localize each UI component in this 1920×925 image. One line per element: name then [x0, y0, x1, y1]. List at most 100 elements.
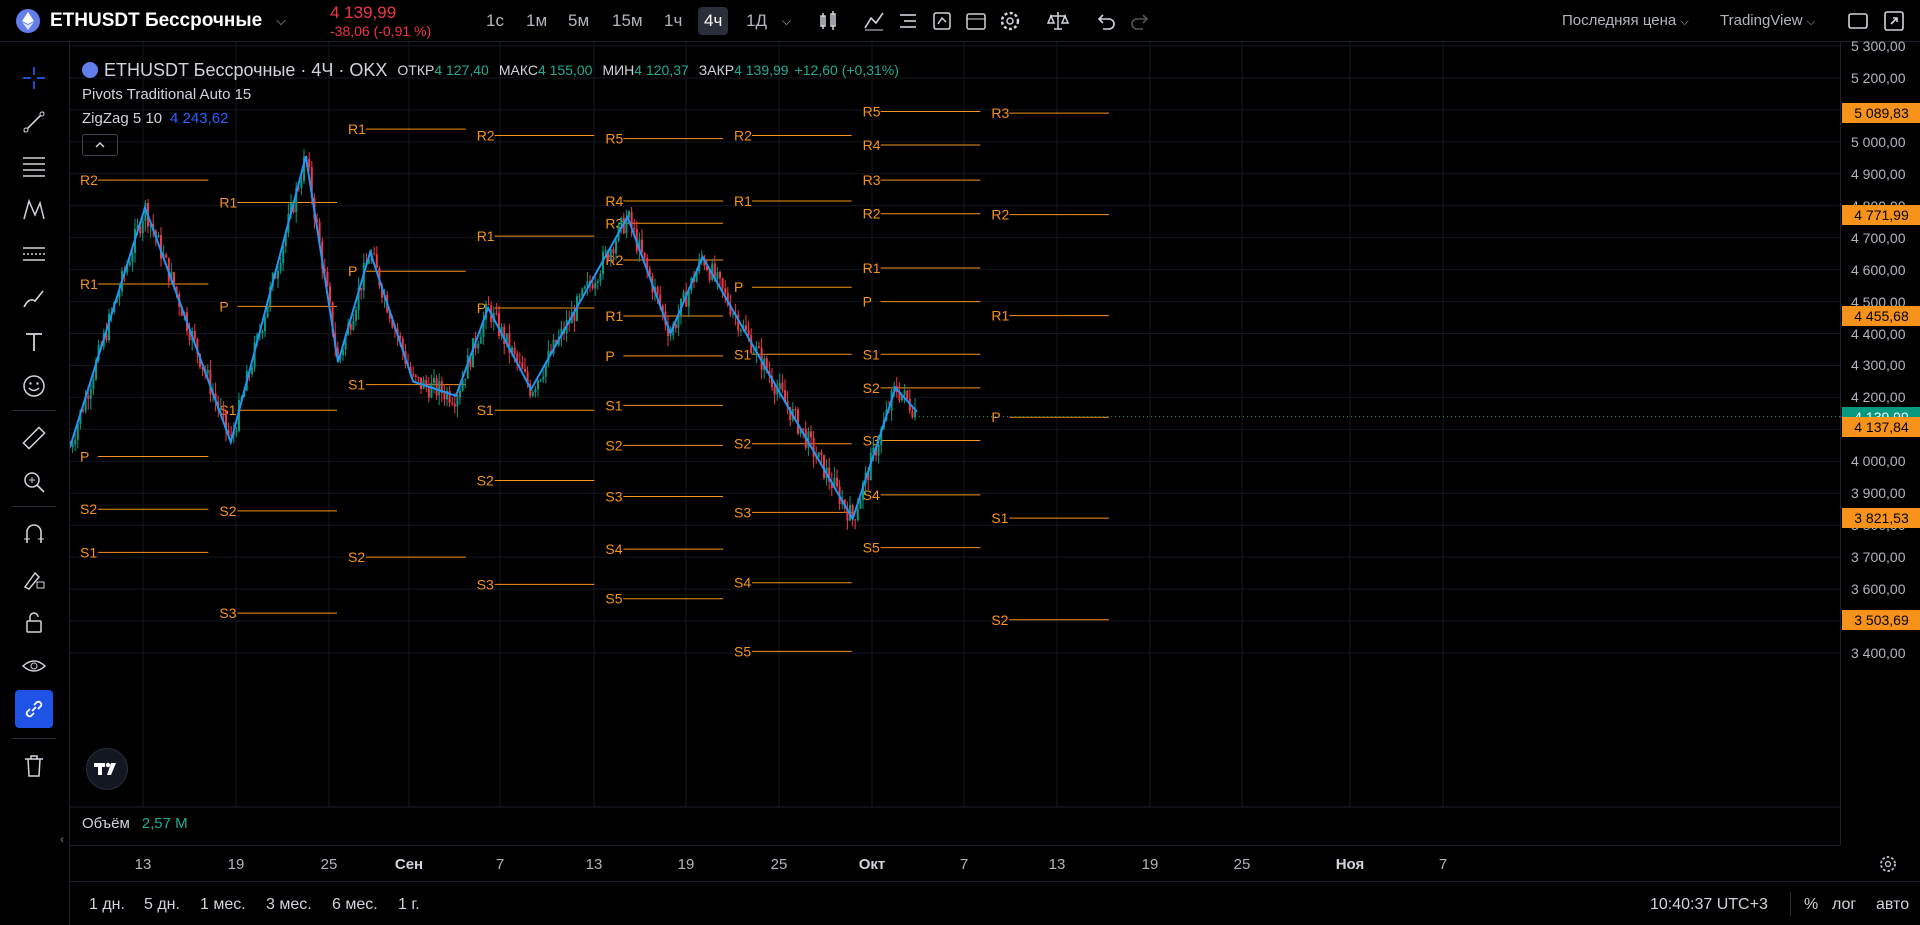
- time-tick-label: 25: [770, 856, 788, 873]
- chart-legend: ETHUSDT Бессрочные · 4Ч · OKX ОТКР 4 127,…: [82, 58, 899, 156]
- legend-title[interactable]: ETHUSDT Бессрочные · 4Ч · OKX: [104, 60, 387, 81]
- auto-toggle[interactable]: авто: [1876, 896, 1909, 914]
- zigzag-indicator-row[interactable]: ZigZag 5 10 4 243,62: [82, 106, 899, 130]
- range-6m-button[interactable]: 6 мес.: [332, 896, 378, 914]
- collapse-toolbar-icon[interactable]: ‹: [60, 832, 64, 846]
- replay-icon[interactable]: [964, 9, 988, 33]
- eye-tool[interactable]: [18, 650, 50, 682]
- draw-lock-tool[interactable]: [18, 562, 50, 594]
- pivots-indicator-row[interactable]: Pivots Traditional Auto 15: [82, 82, 899, 106]
- redo-icon[interactable]: [1128, 9, 1152, 33]
- candle-body: [430, 383, 433, 398]
- trash-tool[interactable]: [18, 750, 50, 782]
- undo-icon[interactable]: [1094, 9, 1118, 33]
- prediction-tool[interactable]: [18, 238, 50, 270]
- tradingview-logo[interactable]: [86, 748, 128, 790]
- magnet-tool[interactable]: [18, 518, 50, 550]
- price-tick-label: 3 600,00: [1851, 581, 1906, 598]
- range-5d-button[interactable]: 5 дн.: [144, 896, 180, 914]
- trendline-tool[interactable]: [18, 106, 50, 138]
- pivot-level-label: P: [734, 279, 743, 295]
- timeframe-1s[interactable]: 1с: [480, 7, 510, 35]
- candle-body: [524, 368, 526, 372]
- range-1y-button[interactable]: 1 г.: [398, 896, 420, 914]
- pivot-level-label: P: [863, 294, 872, 310]
- timeframe-4h[interactable]: 4ч: [698, 7, 729, 35]
- settings-gear-icon[interactable]: [998, 9, 1022, 33]
- candles-icon[interactable]: [816, 9, 840, 33]
- candle-body: [594, 282, 597, 289]
- price-tick-label: 4 400,00: [1851, 325, 1906, 342]
- legend-collapse-button[interactable]: [82, 134, 118, 156]
- pivot-level-label: R1: [734, 193, 752, 209]
- pivot-level-label: S3: [605, 488, 622, 504]
- timeframe-5m[interactable]: 5м: [562, 7, 595, 35]
- pivot-level-label: R2: [80, 172, 98, 188]
- candle-body: [412, 374, 415, 376]
- timeframe-1m[interactable]: 1м: [520, 7, 553, 35]
- candle-body: [773, 387, 776, 395]
- candle-body: [352, 320, 355, 330]
- emoji-tool[interactable]: [18, 370, 50, 402]
- candle-body: [591, 284, 594, 289]
- log-toggle[interactable]: лог: [1832, 896, 1856, 914]
- range-1m-button[interactable]: 1 мес.: [200, 896, 246, 914]
- time-axis[interactable]: 13 19 25 Сен 7 13 19 25 Окт 7 13 19 25 Ноя 7: [70, 845, 1896, 881]
- time-tick-label: 13: [1048, 856, 1066, 873]
- candle-body: [487, 303, 490, 306]
- candle-body: [820, 452, 823, 455]
- fullscreen-icon[interactable]: [1882, 9, 1906, 33]
- brush-tool[interactable]: [18, 282, 50, 314]
- clock-timezone[interactable]: 10:40:37 UTC+3: [1650, 896, 1768, 914]
- candle-body: [531, 392, 534, 396]
- fib-tool[interactable]: [18, 150, 50, 182]
- candle-body: [438, 381, 441, 396]
- zoom-tool[interactable]: [18, 466, 50, 498]
- pivot-level-label: P: [605, 348, 614, 364]
- candle-body: [633, 227, 636, 230]
- pivots-indicator-label: Pivots Traditional Auto 15: [82, 85, 252, 103]
- provider-dropdown[interactable]: TradingView ⌵: [1720, 12, 1815, 29]
- candle-body: [752, 352, 755, 354]
- text-tool[interactable]: [18, 326, 50, 358]
- range-1d-button[interactable]: 1 дн.: [89, 896, 125, 914]
- pattern-tool[interactable]: [18, 194, 50, 226]
- price-source-dropdown[interactable]: Последняя цена ⌵: [1562, 12, 1689, 29]
- alert-icon[interactable]: [930, 9, 954, 33]
- layout-icon[interactable]: [1846, 9, 1870, 33]
- price-axis[interactable]: 5 300,005 200,005 100,005 000,004 900,00…: [1840, 38, 1920, 845]
- indicators-icon[interactable]: [862, 9, 886, 33]
- link-tool[interactable]: [15, 690, 53, 728]
- timeframe-15m[interactable]: 15м: [606, 7, 649, 35]
- tradingview-logo-icon: [94, 762, 116, 775]
- timeframe-1h[interactable]: 1ч: [658, 7, 688, 35]
- lock-tool[interactable]: [18, 606, 50, 638]
- candle-body: [300, 180, 303, 189]
- last-price: 4 139,99: [330, 3, 397, 23]
- link-icon: [25, 700, 43, 718]
- percent-toggle[interactable]: %: [1804, 896, 1818, 914]
- chart-grid: [70, 42, 1840, 807]
- candle-body: [279, 263, 282, 271]
- axis-settings-gear-icon[interactable]: [1878, 854, 1898, 874]
- candle-body: [235, 430, 238, 433]
- templates-icon[interactable]: [896, 9, 920, 33]
- price-source-label: Последняя цена: [1562, 12, 1677, 29]
- compare-scales-icon[interactable]: [1046, 9, 1070, 33]
- chevron-down-icon[interactable]: ⌵: [276, 13, 286, 29]
- timeframe-more-icon[interactable]: ⌵: [776, 7, 797, 35]
- symbol-selector[interactable]: ETHUSDT Бессрочные ⌵: [16, 0, 286, 42]
- eye-icon: [21, 660, 47, 672]
- pivot-level-label: S1: [991, 510, 1008, 526]
- trash-icon: [25, 755, 43, 777]
- pivot-level-label: S1: [477, 402, 494, 418]
- ruler-tool[interactable]: [18, 422, 50, 454]
- crosshair-tool[interactable]: [18, 62, 50, 94]
- range-3m-button[interactable]: 3 мес.: [266, 896, 312, 914]
- chevron-up-icon: [95, 141, 105, 148]
- price-tick-label: 4 700,00: [1851, 229, 1906, 246]
- price-chart[interactable]: R2R1PS1S2R1PS1S2S3R1PS1S2R2R1PS1S2S3R5R4…: [70, 42, 1840, 845]
- candle-body: [261, 331, 264, 334]
- timeframe-1d[interactable]: 1Д: [740, 7, 773, 35]
- pivot-level-label: S5: [605, 591, 622, 607]
